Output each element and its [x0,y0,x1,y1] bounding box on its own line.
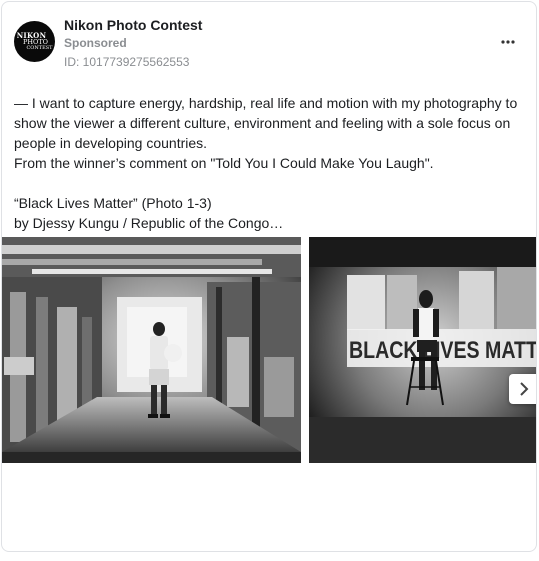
post-text-quote: — I want to capture energy, hardship, re… [14,95,518,151]
more-options-button[interactable] [496,30,520,54]
post-body-text: — I want to capture energy, hardship, re… [14,93,529,233]
chevron-right-icon [520,382,529,396]
page-name-link[interactable]: Nikon Photo Contest [64,17,202,33]
post-text-source: From the winner’s comment on "Told You I… [14,155,434,171]
photo-carousel: BLACK LIVES MATT [2,237,537,463]
more-horizontal-icon [501,40,515,44]
carousel-photo-2[interactable]: BLACK LIVES MATT [309,237,537,463]
post-text-title: “Black Lives Matter” (Photo 1-3) [14,195,212,211]
sponsored-label: Sponsored [64,36,127,50]
avatar-logo-line3: CONTEST [26,45,53,52]
page-avatar[interactable]: NIKON PHOTO CONTEST [14,21,55,62]
ad-post-card: NIKON PHOTO CONTEST Nikon Photo Contest … [1,1,537,552]
ad-id: ID: 1017739275562553 [64,55,190,69]
carousel-next-button[interactable] [509,374,536,404]
carousel-photo-1[interactable] [2,237,301,463]
post-text-credit[interactable]: by Djessy Kungu / Republic of the Congo… [14,213,529,233]
projection-sign-text: BLACK LIVES MATT [349,337,537,364]
